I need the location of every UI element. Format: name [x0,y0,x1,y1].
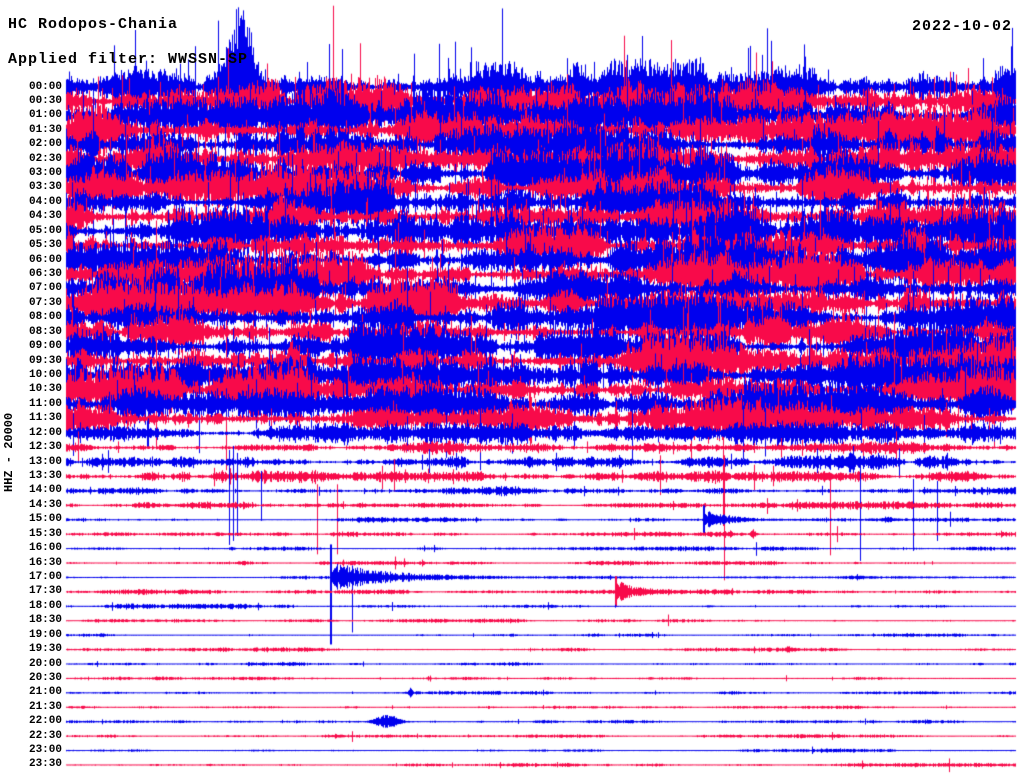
time-label-0200: 02:00 [28,138,62,151]
time-label-2230: 22:30 [28,729,62,742]
time-label-0600: 06:00 [28,253,62,266]
time-label-2200: 22:00 [28,715,62,728]
time-label-2030: 20:30 [28,671,62,684]
time-label-1000: 10:00 [28,369,62,381]
time-label-0500: 05:00 [28,224,62,237]
time-label-1230: 12:30 [28,441,62,454]
time-label-1130: 11:30 [28,412,62,425]
time-label-1030: 10:30 [28,383,62,396]
time-label-2100: 21:00 [28,686,62,699]
time-label-1830: 18:30 [28,614,62,627]
time-label-1300: 13:00 [28,455,62,468]
time-label-2330: 23:30 [28,758,62,771]
time-label-0900: 09:00 [28,340,62,353]
time-label-0630: 06:30 [28,268,62,281]
time-label-1800: 18:00 [28,599,62,612]
time-label-0130: 01:30 [28,123,62,136]
time-label-0700: 07:00 [28,282,62,295]
time-label-0430: 04:30 [28,210,62,223]
time-label-1100: 11:00 [28,397,62,410]
time-label-1630: 16:30 [28,556,62,569]
time-label-0300: 03:00 [28,167,62,180]
time-label-0230: 02:30 [28,152,62,165]
time-label-1330: 13:30 [28,469,62,482]
time-label-0030: 00:30 [28,94,62,107]
time-label-0830: 08:30 [28,325,62,338]
time-label-1530: 15:30 [28,527,62,540]
time-label-2130: 21:30 [28,700,62,713]
time-label-0100: 01:00 [28,109,62,122]
date-label: 2022-10-02 [912,18,1013,35]
time-label-1500: 15:00 [28,513,62,526]
time-label-1430: 14:30 [28,498,62,511]
time-label-1600: 16:00 [28,542,62,555]
time-label-0400: 04:00 [28,195,62,208]
time-label-1730: 17:30 [28,585,62,598]
time-label-0330: 03:30 [28,181,62,194]
helicorder-page: HC Rodopos-Chania Applied filter: WWSSN-… [0,0,1024,780]
helicorder-traces-canvas [0,0,1024,780]
time-label-0930: 09:30 [28,354,62,367]
time-label-0730: 07:30 [28,296,62,309]
time-label-0530: 05:30 [28,239,62,252]
time-label-1200: 12:00 [28,426,62,439]
time-label-2000: 20:00 [28,657,62,670]
time-label-1900: 19:00 [28,628,62,641]
time-axis-labels: 00:00 00:30 01:00 01:30 02:00 02:30 03:00 03:30… [22,0,62,780]
time-label-1700: 17:00 [28,570,62,583]
time-label-1930: 19:30 [28,643,62,656]
time-label-2300: 23:00 [28,744,62,757]
time-label-0000: 00:00 [28,80,62,93]
time-label-0800: 08:00 [28,311,62,324]
channel-axis-label: HHZ - 20000 [2,412,16,492]
time-label-1400: 14:00 [28,484,62,497]
